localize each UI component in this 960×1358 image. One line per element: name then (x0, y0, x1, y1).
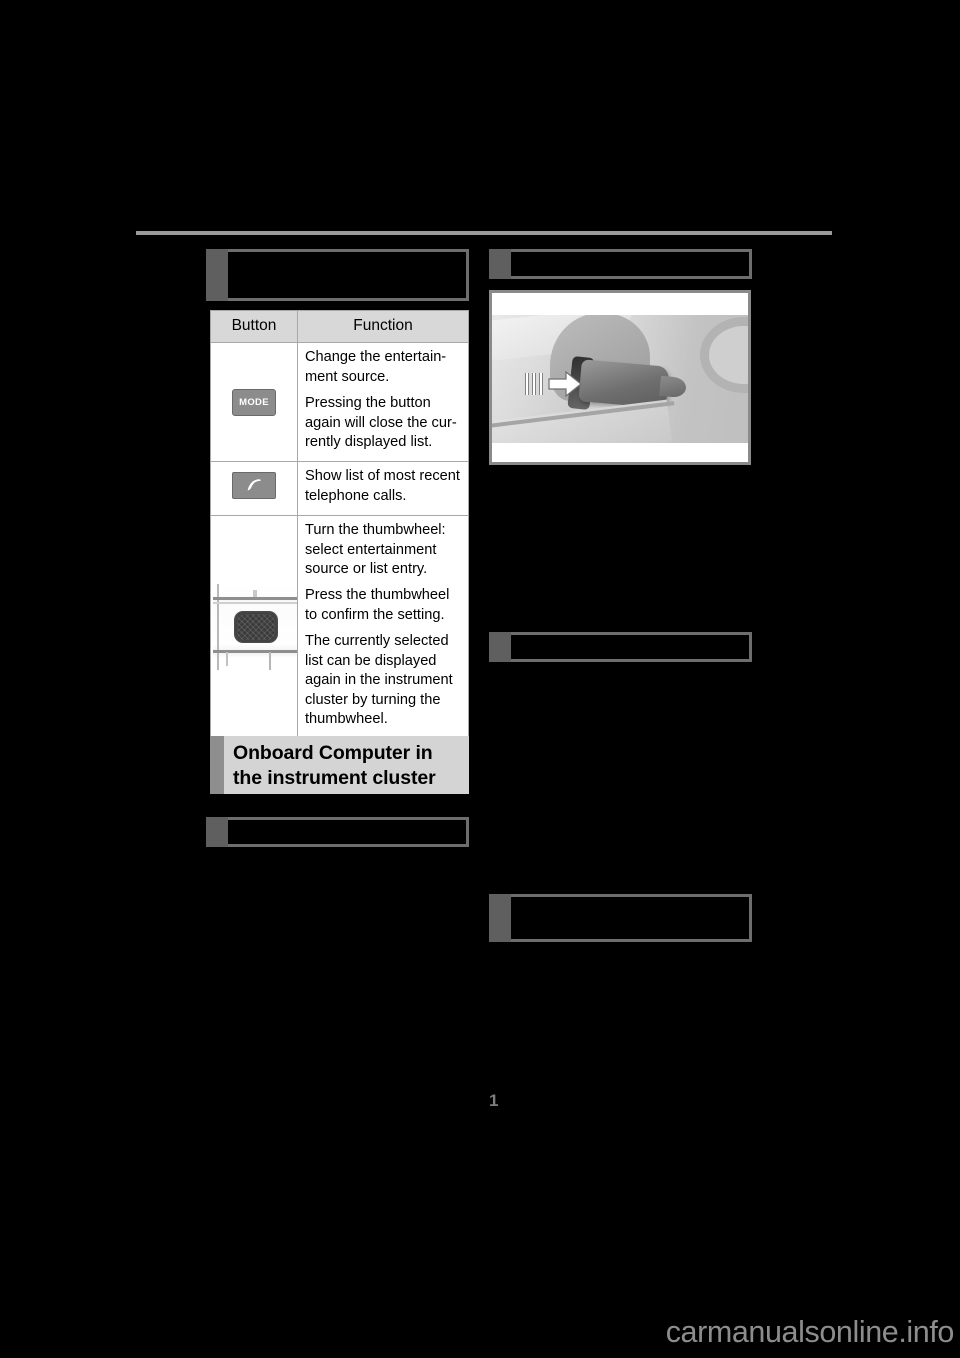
function-text: Turn the thumbwheel: select entertainmen… (305, 522, 446, 578)
button-cell (210, 515, 298, 740)
heading-tab-marker (489, 632, 511, 662)
heading-text-redacted (511, 632, 752, 662)
left-heading-lower (206, 817, 469, 847)
site-watermark: carmanualsonline.info (665, 1315, 955, 1349)
illustration-photo (492, 315, 748, 443)
function-text: Change the entertain-ment source. (305, 349, 447, 385)
table-row: MODE Change the entertain-ment source. P… (210, 342, 469, 463)
function-text: Pressing the button again will close the… (305, 395, 457, 451)
heading-tab-marker (489, 894, 511, 942)
left-heading-top (206, 249, 469, 301)
right-heading-bottom (489, 894, 752, 942)
button-cell: MODE (210, 342, 298, 463)
heading-tab-marker (210, 736, 224, 794)
table-row: Turn the thumbwheel: select entertainmen… (210, 515, 469, 740)
manual-page: Button Function MODE Change the entertai… (0, 0, 960, 1358)
heading-tab-marker (489, 249, 511, 279)
function-cell: Show list of most recent telephone calls… (297, 461, 469, 517)
thumbwheel-photo-icon (213, 584, 297, 671)
function-cell: Turn the thumbwheel: select entertainmen… (297, 515, 469, 740)
heading-text-redacted (511, 249, 752, 279)
table-header-row: Button Function (210, 309, 469, 344)
motion-ticks-icon (525, 373, 547, 395)
button-cell (210, 461, 298, 517)
page-top-rule (136, 231, 832, 235)
function-cell: Change the entertain-ment source. Pressi… (297, 342, 469, 463)
heading-text-redacted (228, 817, 469, 847)
function-text: Show list of most recent telephone calls… (305, 468, 460, 504)
heading-tab-marker (206, 817, 228, 847)
mode-key-icon: MODE (232, 388, 276, 416)
heading-text-redacted (511, 894, 752, 942)
column-header-button: Button (210, 309, 298, 344)
column-header-function: Function (297, 309, 469, 344)
function-text: Press the thumbwheel to confirm the sett… (305, 587, 450, 623)
heading-tab-marker (206, 249, 228, 301)
section-heading-onboard-computer: Onboard Computer in the instrument clust… (210, 736, 469, 794)
press-arrow-icon (548, 370, 582, 398)
right-heading-top (489, 249, 752, 279)
heading-text-redacted (228, 249, 469, 301)
page-number: 1 (489, 1091, 499, 1110)
table-row: Show list of most recent telephone calls… (210, 461, 469, 517)
button-function-table: Button Function MODE Change the entertai… (210, 309, 469, 740)
function-text: The currently selected list can be displ… (305, 633, 453, 727)
phone-key-icon (232, 472, 276, 500)
section-heading-text: Onboard Computer in the instrument clust… (224, 736, 469, 794)
steering-column-stalk-illustration (489, 290, 751, 465)
right-heading-middle (489, 632, 752, 662)
